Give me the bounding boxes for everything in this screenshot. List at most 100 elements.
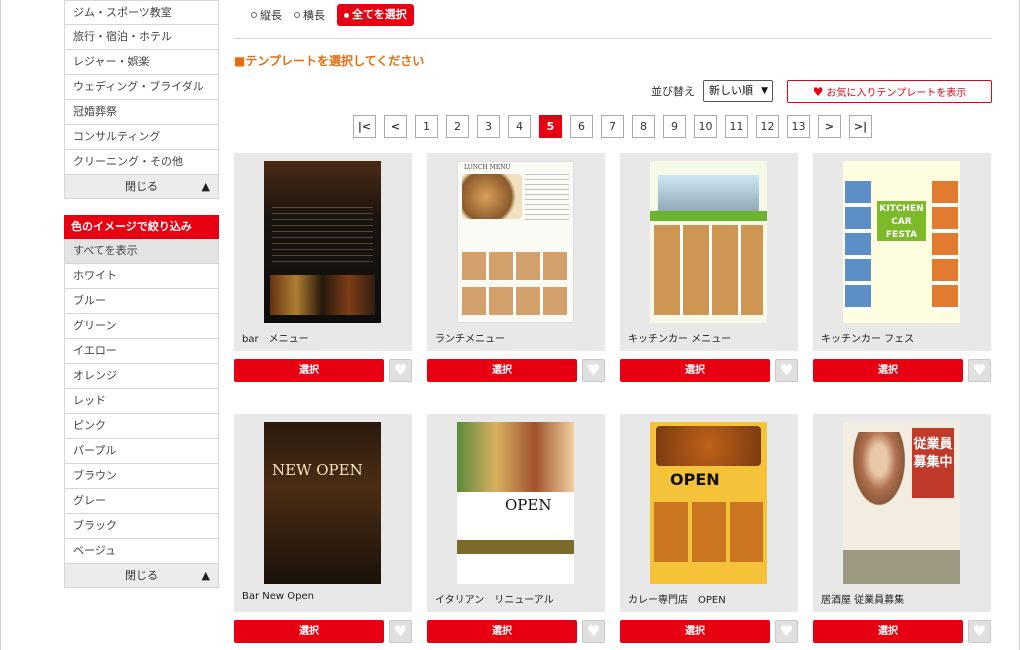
favorite-heart-button[interactable]: ♥ — [968, 359, 991, 382]
radio-icon — [294, 12, 300, 18]
template-preview[interactable]: キッチンカー メニュー — [620, 153, 798, 351]
color-item[interactable]: ブラウン — [64, 464, 219, 489]
page-button[interactable]: 4 — [508, 115, 531, 138]
template-name: キッチンカー メニュー — [628, 334, 732, 345]
select-button[interactable]: 選択 — [427, 359, 577, 382]
next-page-button[interactable]: > — [818, 115, 841, 138]
page-button[interactable]: 11 — [725, 115, 748, 138]
template-card: bar メニュー 選択 ♥ — [234, 153, 412, 382]
select-button[interactable]: 選択 — [620, 359, 770, 382]
category-close-button[interactable]: 閉じる ▲ — [64, 175, 219, 199]
color-item[interactable]: レッド — [64, 389, 219, 414]
favorite-heart-button[interactable]: ♥ — [582, 359, 605, 382]
close-label: 閉じる — [125, 180, 158, 193]
template-preview[interactable]: OPEN カレー専門店 OPEN — [620, 414, 798, 612]
template-thumbnail — [650, 161, 767, 323]
color-item[interactable]: ホワイト — [64, 264, 219, 289]
select-button[interactable]: 選択 — [813, 620, 963, 643]
favorite-heart-button[interactable]: ♥ — [582, 620, 605, 643]
sort-label: 並び替え — [651, 85, 695, 98]
template-thumbnail: LUNCH MENU — [457, 161, 574, 323]
color-close-button[interactable]: 閉じる ▲ — [64, 564, 219, 588]
page-button[interactable]: 12 — [756, 115, 779, 138]
heart-icon: ♥ — [779, 361, 794, 379]
template-thumbnail: 従業員募集中 — [843, 422, 960, 584]
category-item[interactable]: レジャー・娯楽 — [64, 50, 219, 75]
select-button[interactable]: 選択 — [234, 359, 384, 382]
page-button[interactable]: 7 — [601, 115, 624, 138]
template-preview[interactable]: bar メニュー — [234, 153, 412, 351]
heart-icon: ♥ — [972, 622, 987, 640]
select-button[interactable]: 選択 — [620, 620, 770, 643]
color-item-all[interactable]: すべてを表示 — [64, 239, 219, 264]
page-button[interactable]: 6 — [570, 115, 593, 138]
heart-icon: ♥ — [779, 622, 794, 640]
select-button[interactable]: 選択 — [813, 359, 963, 382]
first-page-button[interactable]: |< — [353, 115, 376, 138]
page-button[interactable]: 8 — [632, 115, 655, 138]
color-item[interactable]: グレー — [64, 489, 219, 514]
heart-icon: ♥ — [812, 84, 824, 99]
color-item[interactable]: ベージュ — [64, 539, 219, 564]
template-thumbnail — [264, 161, 381, 323]
prev-page-button[interactable]: < — [384, 115, 407, 138]
sort-control: 並び替え 新しい順 ▼ — [651, 80, 773, 102]
color-item[interactable]: ブラック — [64, 514, 219, 539]
section-title: ■テンプレートを選択してください — [234, 54, 425, 68]
select-button[interactable]: 選択 — [427, 620, 577, 643]
divider — [233, 38, 992, 39]
favorite-templates-button[interactable]: ♥ お気に入りテンプレートを表示 — [787, 80, 992, 103]
category-item[interactable]: コンサルティング — [64, 125, 219, 150]
category-item[interactable]: ジム・スポーツ教室 — [64, 0, 219, 25]
thumb-open-title: OPEN — [505, 496, 552, 514]
template-thumbnail: OPEN — [650, 422, 767, 584]
color-item[interactable]: イエロー — [64, 339, 219, 364]
select-button[interactable]: 選択 — [234, 620, 384, 643]
pagination: |< < 1 2 3 4 5 6 7 8 9 10 11 12 13 > >| — [353, 115, 872, 138]
filter-all-label: 全てを選択 — [352, 8, 407, 21]
favorite-heart-button[interactable]: ♥ — [389, 620, 412, 643]
favorite-heart-button[interactable]: ♥ — [389, 359, 412, 382]
thumb-kitchen-title: KITCHEN CAR FESTA — [877, 201, 926, 241]
category-item[interactable]: 冠婚葬祭 — [64, 100, 219, 125]
template-name: キッチンカー フェス — [821, 334, 915, 345]
template-card: LUNCH MENU ランチメニュー 選択 ♥ — [427, 153, 605, 382]
page-button[interactable]: 1 — [415, 115, 438, 138]
template-thumbnail: OPEN — [457, 422, 574, 584]
thumb-newopen-title: NEW OPEN — [272, 461, 363, 479]
category-item[interactable]: ウェディング・ブライダル — [64, 75, 219, 100]
color-item[interactable]: ブルー — [64, 289, 219, 314]
page-button[interactable]: 2 — [446, 115, 469, 138]
page-button[interactable]: 9 — [663, 115, 686, 138]
template-preview[interactable]: NEW OPEN Bar New Open — [234, 414, 412, 612]
category-item[interactable]: 旅行・宿泊・ホテル — [64, 25, 219, 50]
favorite-heart-button[interactable]: ♥ — [775, 620, 798, 643]
close-label: 閉じる — [125, 569, 158, 582]
sort-select[interactable]: 新しい順 ▼ — [703, 80, 773, 102]
template-preview[interactable]: 従業員募集中 居酒屋 従業員募集 — [813, 414, 991, 612]
color-item[interactable]: オレンジ — [64, 364, 219, 389]
last-page-button[interactable]: >| — [849, 115, 872, 138]
template-preview[interactable]: LUNCH MENU ランチメニュー — [427, 153, 605, 351]
category-item[interactable]: クリーニング・その他 — [64, 150, 219, 175]
favorite-heart-button[interactable]: ♥ — [968, 620, 991, 643]
color-item[interactable]: ピンク — [64, 414, 219, 439]
color-filter-heading: 色のイメージで絞り込み — [64, 215, 219, 239]
filter-vertical[interactable]: 縦長 — [251, 7, 282, 23]
page-button[interactable]: 10 — [694, 115, 717, 138]
template-preview[interactable]: OPEN イタリアン リニューアル — [427, 414, 605, 612]
template-preview[interactable]: KITCHEN CAR FESTA キッチンカー フェス — [813, 153, 991, 351]
color-item[interactable]: グリーン — [64, 314, 219, 339]
color-item[interactable]: パープル — [64, 439, 219, 464]
filter-horizontal-label: 横長 — [303, 9, 325, 22]
heart-icon: ♥ — [393, 361, 408, 379]
page-button[interactable]: 3 — [477, 115, 500, 138]
filter-all-button[interactable]: 全てを選択 — [337, 4, 414, 26]
filter-horizontal[interactable]: 横長 — [294, 7, 325, 23]
heart-icon: ♥ — [586, 622, 601, 640]
page-button[interactable]: 13 — [787, 115, 810, 138]
orientation-filter: 縦長 横長 全てを選択 — [251, 4, 414, 26]
favorite-heart-button[interactable]: ♥ — [775, 359, 798, 382]
template-name: bar メニュー — [242, 334, 309, 345]
page-button-current[interactable]: 5 — [539, 115, 562, 138]
